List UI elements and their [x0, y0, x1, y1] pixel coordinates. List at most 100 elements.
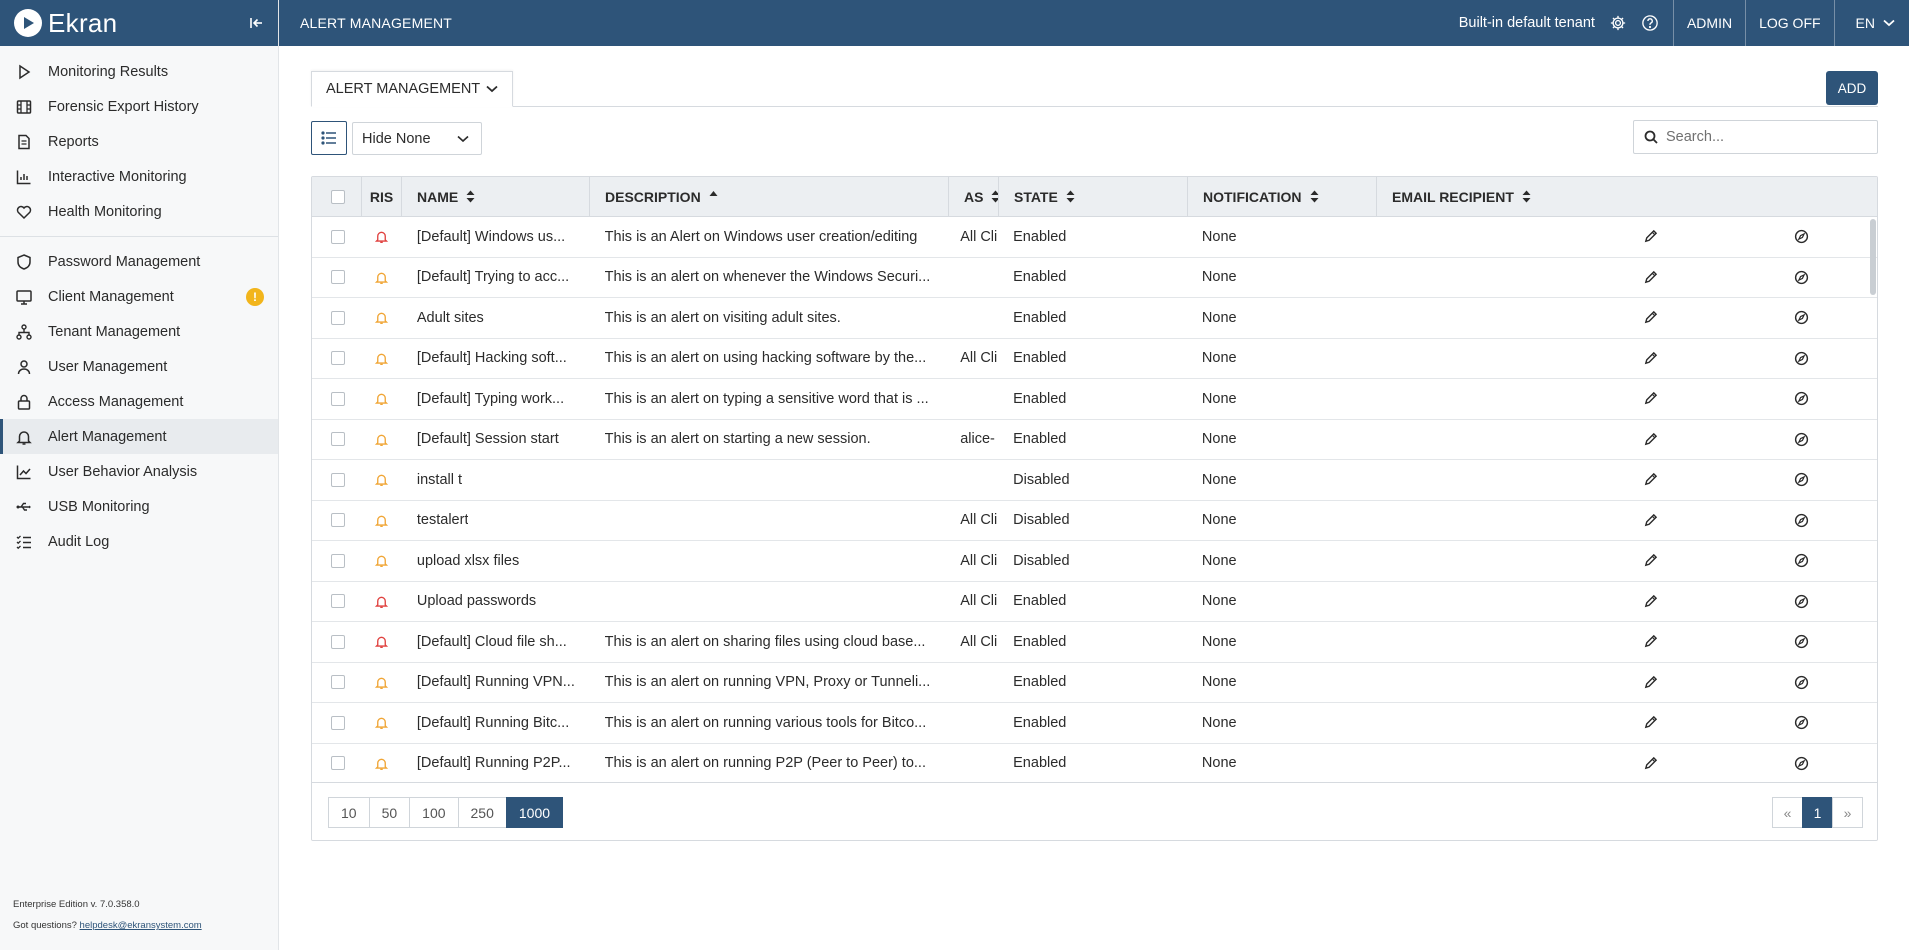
table-scrollbar[interactable] — [1870, 219, 1876, 295]
alert-name[interactable]: [Default] Cloud file sh... — [417, 634, 567, 650]
sidebar-item-health-monitoring[interactable]: Health Monitoring — [0, 194, 278, 229]
edit-pencil-icon[interactable] — [1643, 675, 1658, 690]
hide-filter-select[interactable]: Hide None — [352, 122, 482, 155]
alert-name[interactable]: [Default] Windows us... — [417, 229, 565, 245]
sidebar-item-usb-monitoring[interactable]: USB Monitoring — [0, 489, 278, 524]
sidebar-item-user-management[interactable]: User Management — [0, 349, 278, 384]
column-name[interactable]: NAME — [402, 177, 590, 217]
compass-icon[interactable] — [1794, 675, 1809, 690]
row-checkbox[interactable] — [331, 472, 345, 487]
row-checkbox[interactable] — [331, 634, 345, 649]
table-row[interactable]: [Default] Running P2P... This is an alert… — [312, 744, 1877, 784]
table-row[interactable]: [Default] Session start This is an alert … — [312, 420, 1877, 460]
next-page-button[interactable]: » — [1832, 797, 1863, 828]
alert-name[interactable]: install t — [417, 472, 462, 488]
search-box[interactable] — [1633, 120, 1878, 154]
row-checkbox[interactable] — [331, 594, 345, 609]
compass-icon[interactable] — [1794, 351, 1809, 366]
table-row[interactable]: Adult sites This is an alert on visiting … — [312, 298, 1877, 339]
row-checkbox[interactable] — [331, 715, 345, 730]
compass-icon[interactable] — [1794, 715, 1809, 730]
edit-pencil-icon[interactable] — [1643, 472, 1658, 487]
edit-pencil-icon[interactable] — [1643, 351, 1658, 366]
row-checkbox[interactable] — [331, 351, 345, 366]
compass-icon[interactable] — [1794, 472, 1809, 487]
edit-pencil-icon[interactable] — [1643, 270, 1658, 285]
edit-pencil-icon[interactable] — [1643, 229, 1658, 244]
table-row[interactable]: upload xlsx files All Cli Disabled None — [312, 541, 1877, 582]
sidebar-item-reports[interactable]: Reports — [0, 124, 278, 159]
table-row[interactable]: testalert All Cli Disabled None — [312, 501, 1877, 541]
table-row[interactable]: [Default] Windows us... This is an Alert … — [312, 217, 1877, 258]
select-all-checkbox[interactable] — [331, 189, 345, 204]
edit-pencil-icon[interactable] — [1643, 715, 1658, 730]
helpdesk-email-link[interactable]: helpdesk@ekransystem.com — [80, 920, 202, 931]
row-checkbox[interactable] — [331, 513, 345, 528]
edit-pencil-icon[interactable] — [1643, 553, 1658, 568]
table-row[interactable]: [Default] Cloud file sh... This is an ale… — [312, 622, 1877, 663]
current-page-button[interactable]: 1 — [1802, 797, 1833, 828]
add-button[interactable]: ADD — [1826, 71, 1878, 105]
sidebar-item-alert-management[interactable]: Alert Management — [0, 419, 278, 454]
compass-icon[interactable] — [1794, 756, 1809, 771]
edit-pencil-icon[interactable] — [1643, 310, 1658, 325]
table-row[interactable]: [Default] Running VPN... This is an alert… — [312, 663, 1877, 703]
page-size-1000-button[interactable]: 1000 — [505, 797, 564, 828]
collapse-sidebar-icon[interactable] — [246, 13, 266, 33]
alert-management-tab-dropdown[interactable]: ALERT MANAGEMENT — [311, 71, 514, 107]
table-row[interactable]: [Default] Typing work... This is an alert… — [312, 379, 1877, 420]
table-row[interactable]: install t Disabled None — [312, 460, 1877, 501]
column-notification[interactable]: NOTIFICATION — [1188, 177, 1377, 217]
sidebar-item-tenant-management[interactable]: Tenant Management — [0, 314, 278, 349]
sidebar-item-access-management[interactable]: Access Management — [0, 384, 278, 419]
column-description[interactable]: DESCRIPTION — [590, 177, 949, 217]
column-email-recipient[interactable]: EMAIL RECIPIENT — [1377, 177, 1877, 217]
page-size-10-button[interactable]: 10 — [328, 797, 370, 828]
compass-icon[interactable] — [1794, 391, 1809, 406]
edit-pencil-icon[interactable] — [1643, 432, 1658, 447]
alert-name[interactable]: upload xlsx files — [417, 553, 519, 569]
compass-icon[interactable] — [1794, 594, 1809, 609]
alert-name[interactable]: [Default] Session start — [417, 431, 559, 447]
table-row[interactable]: [Default] Running Bitc... This is an aler… — [312, 703, 1877, 744]
alert-name[interactable]: Upload passwords — [417, 593, 536, 609]
sidebar-item-monitoring-results[interactable]: Monitoring Results — [0, 54, 278, 89]
alert-name[interactable]: [Default] Trying to acc... — [417, 269, 569, 285]
column-assigned[interactable]: AS — [949, 177, 999, 217]
alert-name[interactable]: [Default] Running Bitc... — [417, 715, 569, 731]
sidebar-item-client-management[interactable]: Client Management! — [0, 279, 278, 314]
sidebar-item-user-behavior-analysis[interactable]: User Behavior Analysis — [0, 454, 278, 489]
page-size-100-button[interactable]: 100 — [409, 797, 459, 828]
page-size-250-button[interactable]: 250 — [457, 797, 507, 828]
column-risk[interactable]: RIS — [362, 177, 402, 217]
edit-pencil-icon[interactable] — [1643, 634, 1658, 649]
language-selector[interactable]: EN — [1833, 0, 1909, 46]
gear-icon[interactable] — [1607, 12, 1629, 34]
table-row[interactable]: Upload passwords All Cli Enabled None — [312, 582, 1877, 622]
row-checkbox[interactable] — [331, 756, 345, 771]
edit-pencil-icon[interactable] — [1643, 594, 1658, 609]
search-input[interactable] — [1666, 129, 1866, 145]
alert-name[interactable]: Adult sites — [417, 310, 484, 326]
row-checkbox[interactable] — [331, 270, 345, 285]
row-checkbox[interactable] — [331, 229, 345, 244]
row-checkbox[interactable] — [331, 432, 345, 447]
alert-name[interactable]: testalert — [417, 512, 469, 528]
prev-page-button[interactable]: « — [1772, 797, 1803, 828]
alert-name[interactable]: [Default] Hacking soft... — [417, 350, 567, 366]
admin-button[interactable]: ADMIN — [1672, 0, 1745, 46]
alert-name[interactable]: [Default] Running VPN... — [417, 674, 575, 690]
edit-pencil-icon[interactable] — [1643, 513, 1658, 528]
row-checkbox[interactable] — [331, 391, 345, 406]
column-state[interactable]: STATE — [999, 177, 1188, 217]
compass-icon[interactable] — [1794, 432, 1809, 447]
edit-pencil-icon[interactable] — [1643, 756, 1658, 771]
sidebar-item-interactive-monitoring[interactable]: Interactive Monitoring — [0, 159, 278, 194]
sidebar-item-audit-log[interactable]: Audit Log — [0, 524, 278, 559]
compass-icon[interactable] — [1794, 553, 1809, 568]
list-view-button[interactable] — [311, 121, 347, 155]
row-checkbox[interactable] — [331, 675, 345, 690]
page-size-50-button[interactable]: 50 — [368, 797, 411, 828]
help-icon[interactable] — [1639, 12, 1661, 34]
compass-icon[interactable] — [1794, 513, 1809, 528]
